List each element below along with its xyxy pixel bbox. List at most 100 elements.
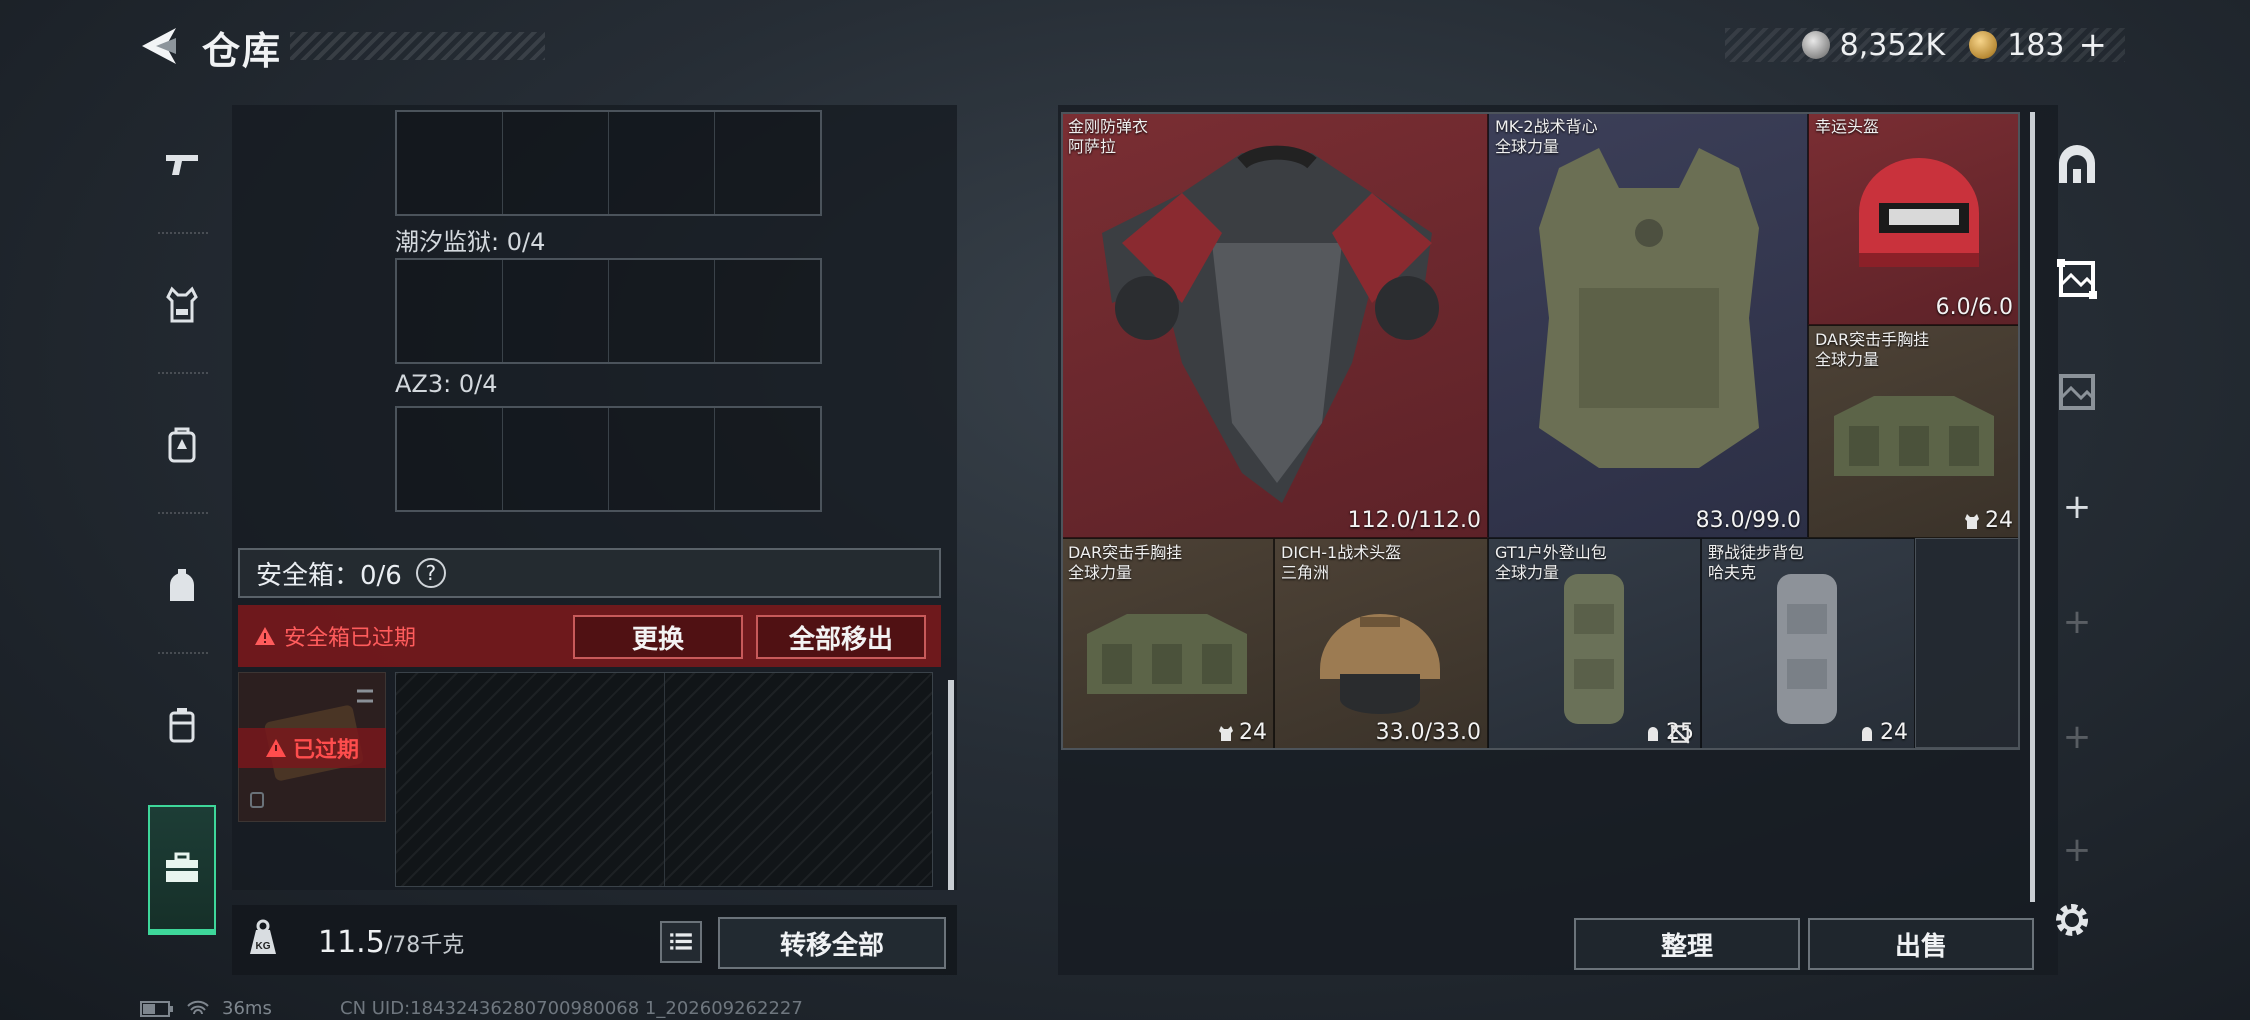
item-capacity: 24 xyxy=(1858,720,1908,745)
back-arrow-icon xyxy=(142,28,176,64)
back-button[interactable] xyxy=(138,24,182,68)
sell-button[interactable]: 出售 xyxy=(1808,918,2034,970)
expired-message: 安全箱已过期 xyxy=(284,626,417,651)
item-backpack-gt1[interactable]: GT1户外登山包全球力量 25 xyxy=(1488,538,1701,750)
item-helmet-lucky[interactable]: 幸运头盔 6.0/6.0 xyxy=(1808,112,2020,325)
transfer-all-button[interactable]: 转移全部 xyxy=(718,917,946,969)
item-armor-jingang[interactable]: 金刚防弹衣 阿萨拉 112.0/112.0 xyxy=(1061,112,1488,538)
backpack-image xyxy=(1777,574,1837,724)
weight-max: /78千克 xyxy=(384,933,465,958)
storage-arch-icon xyxy=(2059,145,2095,183)
move-all-out-button[interactable]: 全部移出 xyxy=(756,615,926,659)
nav-armor[interactable] xyxy=(138,240,226,370)
case-icon xyxy=(169,708,195,743)
title-decoration xyxy=(290,32,545,60)
list-icon xyxy=(670,933,692,950)
safebox-label: 安全箱：0/6 xyxy=(256,560,402,591)
item-durability: 33.0/33.0 xyxy=(1375,720,1481,745)
grid-label-az3: AZ3: 0/4 xyxy=(395,370,498,398)
storage-frame-icon xyxy=(2059,374,2095,410)
safebox-header: 安全箱：0/6 ? xyxy=(238,548,941,598)
slot-grid-top[interactable] xyxy=(395,110,822,216)
nav-gear[interactable] xyxy=(138,520,226,650)
item-name: DAR突击手胸挂 全球力量 xyxy=(1068,543,1183,582)
gear-icon xyxy=(2056,904,2088,936)
silver-coin-icon xyxy=(1801,31,1830,59)
item-name: DAR突击手胸挂 全球力量 xyxy=(1815,330,1930,369)
gold-coin-icon xyxy=(1969,31,1998,59)
list-view-button[interactable] xyxy=(660,921,702,963)
helmet-image xyxy=(1859,158,1979,267)
svg-text:KG: KG xyxy=(256,941,271,952)
tab-storage-main[interactable] xyxy=(2042,112,2112,222)
add-currency-button[interactable]: + xyxy=(2079,25,2108,65)
nav-cases[interactable] xyxy=(138,660,226,790)
vest-capacity-icon xyxy=(1965,513,1979,529)
backpack-image xyxy=(1564,574,1624,724)
sort-button[interactable]: 整理 xyxy=(1574,918,1800,970)
nav-backpacks[interactable] xyxy=(138,380,226,510)
safebox-expired-bar: 安全箱已过期 更换 全部移出 xyxy=(238,605,941,667)
settings-button[interactable] xyxy=(2050,898,2094,942)
safebox-grid[interactable] xyxy=(395,672,933,887)
warning-icon xyxy=(255,627,275,645)
storage-tab-nav: + + + + xyxy=(2042,112,2112,932)
silver-balance: 8,352K xyxy=(1839,27,1946,63)
vest-capacity-icon xyxy=(1219,725,1233,741)
add-storage-tab-button[interactable]: + xyxy=(2042,487,2112,527)
item-capacity: 24 xyxy=(1217,720,1267,745)
slot-grid-prison[interactable] xyxy=(395,258,822,364)
locked-tab-plus: + xyxy=(2062,602,2092,642)
helmet-bag-icon xyxy=(170,569,194,601)
empty-slot[interactable] xyxy=(1915,538,2020,748)
locked-tab-plus: + xyxy=(2062,717,2092,757)
armor-image xyxy=(1102,145,1439,503)
grid-label-prison: 潮汐监狱: 0/4 xyxy=(395,228,546,256)
item-helmet-dich1[interactable]: DICH-1战术头盔 三角洲 33.0/33.0 xyxy=(1274,538,1488,750)
page-title: 仓库 xyxy=(202,29,283,73)
item-durability: 112.0/112.0 xyxy=(1347,508,1481,533)
weight-icon: KG xyxy=(248,918,278,958)
item-name: DICH-1战术头盔 三角洲 xyxy=(1281,543,1402,582)
tab-storage-extra[interactable] xyxy=(2042,337,2112,447)
gold-balance: 183 xyxy=(2007,27,2065,63)
nav-weapons[interactable] xyxy=(138,100,226,230)
item-vest-mk2[interactable]: MK-2战术背心 全球力量 83.0/99.0 xyxy=(1488,112,1808,538)
battery-icon xyxy=(140,1000,173,1017)
nav-safebox-active[interactable] xyxy=(148,805,216,935)
replace-button[interactable]: 更换 xyxy=(573,615,743,659)
pistol-icon xyxy=(166,155,198,175)
safebox-icon xyxy=(166,852,198,882)
case-expired-badge: 已过期 xyxy=(238,728,386,768)
vest-image xyxy=(1539,148,1759,468)
tab-storage-active[interactable] xyxy=(2042,224,2112,334)
case-expired-text: 已过期 xyxy=(292,738,359,763)
currency-bar: 8,352K 183 + xyxy=(1725,25,2125,65)
item-durability: 83.0/99.0 xyxy=(1695,508,1801,533)
slot-grid-az3[interactable] xyxy=(395,406,822,512)
item-name: 幸运头盔 xyxy=(1815,117,1880,136)
no-weight-icon xyxy=(1670,724,1690,744)
ping-readout: 36ms xyxy=(222,998,272,1019)
chestrig-image xyxy=(1087,614,1247,694)
backpack-capacity-icon xyxy=(1862,726,1872,741)
backpack-icon xyxy=(168,427,196,463)
chestrig-image xyxy=(1834,396,1994,476)
storage-frame-icon xyxy=(2057,259,2097,299)
item-durability: 6.0/6.0 xyxy=(1935,295,2013,320)
item-chestrig-dar-2[interactable]: DAR突击手胸挂 全球力量 24 xyxy=(1061,538,1274,750)
item-capacity: 24 xyxy=(1963,508,2013,533)
status-bar: 36ms xyxy=(140,998,272,1019)
wifi-icon xyxy=(187,1000,209,1014)
help-icon[interactable]: ? xyxy=(415,558,446,588)
locked-tab-plus: + xyxy=(2062,830,2092,870)
vest-icon xyxy=(166,286,198,323)
uid-text: CN UID:18432436280700980068 1_2026092622… xyxy=(340,998,803,1019)
item-chestrig-dar[interactable]: DAR突击手胸挂 全球力量 24 xyxy=(1808,325,2020,538)
left-category-nav xyxy=(138,100,228,950)
left-scrollbar[interactable] xyxy=(948,680,954,890)
item-backpack-field[interactable]: 野战徒步背包 哈夫克 24 xyxy=(1701,538,1915,750)
right-scrollbar[interactable] xyxy=(2030,112,2035,902)
weight-readout: 11.5/78千克 xyxy=(318,925,464,960)
backpack-capacity-icon xyxy=(1648,726,1658,741)
